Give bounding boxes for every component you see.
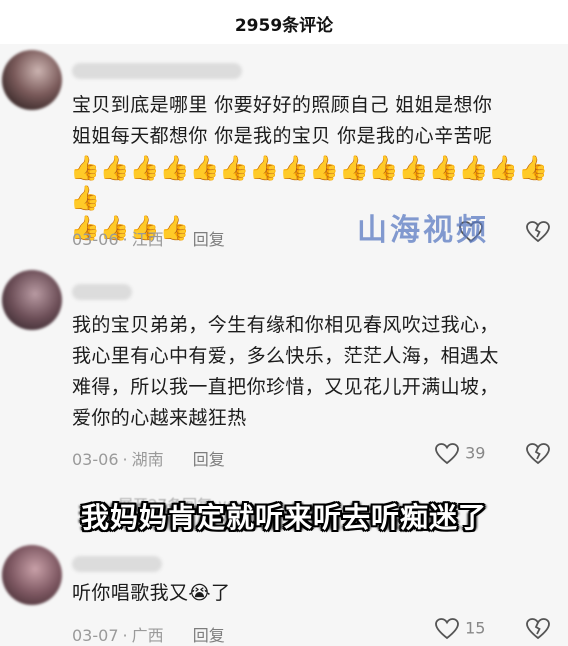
username-blurred[interactable]: [72, 556, 162, 572]
like-count: 39: [465, 443, 486, 463]
comment-text-line: 爱你的心越来越狂热: [72, 407, 247, 429]
comment-text: 宝贝到底是哪里 你要好好的照顾自己 姐姐是想你 姐姐每天都想你 你是我的宝贝 你…: [72, 90, 552, 152]
comment-text-line: 宝贝到底是哪里 你要好好的照顾自己 姐姐是想你: [72, 94, 493, 116]
username-blurred[interactable]: [72, 63, 242, 79]
comment-meta: 03-06 · 江西 回复: [72, 230, 225, 249]
username-blurred[interactable]: [72, 284, 132, 300]
like-button[interactable]: 39: [434, 442, 485, 466]
broken-heart-icon: [525, 618, 551, 640]
watermark-logo: 山海视频: [357, 213, 489, 248]
comment-text-line: 难得，所以我一直把你珍惜，又见花儿开满山坡，: [72, 376, 499, 398]
reply-button[interactable]: 回复: [193, 450, 225, 469]
dislike-button[interactable]: [525, 617, 551, 641]
heart-icon: [434, 618, 465, 640]
avatar[interactable]: [2, 50, 62, 110]
video-subtitle: 我妈妈肯定就听来听去听痴迷了: [80, 501, 487, 534]
comment-location: 广西: [131, 626, 164, 645]
comment-text: 听你唱歌我又😭了: [72, 578, 552, 609]
comment-date: 03-06: [72, 230, 119, 249]
heart-icon: [434, 443, 465, 465]
avatar[interactable]: [2, 270, 62, 330]
reply-button[interactable]: 回复: [193, 626, 225, 645]
comments-count-title: 2959条评论: [234, 16, 334, 36]
comment-text: 我的宝贝弟弟，今生有缘和你相见春风吹过我心， 我心里有心中有爱，多么快乐，茫茫人…: [72, 310, 552, 434]
thumbs-up-emoji: 👍👍👍👍👍👍👍👍👍👍👍👍👍👍👍👍👍: [70, 154, 549, 212]
dislike-button[interactable]: [525, 442, 551, 466]
comment-date: 03-07: [72, 626, 119, 645]
dislike-button[interactable]: [525, 220, 551, 244]
like-count: 15: [465, 618, 486, 638]
comment-location: 湖南: [131, 450, 164, 469]
comment-text-line: 我的宝贝弟弟，今生有缘和你相见春风吹过我心，: [72, 314, 499, 336]
comment-meta: 03-07 · 广西 回复: [72, 626, 225, 645]
comment-text-line: 我心里有心中有爱，多么快乐，茫茫人海，相遇太: [72, 345, 499, 367]
avatar[interactable]: [2, 545, 62, 605]
comment-text-line: 听你唱歌我又😭了: [72, 582, 231, 604]
broken-heart-icon: [525, 221, 551, 243]
comment-date: 03-06: [72, 450, 119, 469]
comments-header: 2959条评论: [0, 0, 568, 44]
reply-button[interactable]: 回复: [193, 230, 225, 249]
like-button[interactable]: 15: [434, 617, 485, 641]
comment-location: 江西: [131, 230, 164, 249]
broken-heart-icon: [525, 443, 551, 465]
comment-text-line: 姐姐每天都想你 你是我的宝贝 你是我的心辛苦呢: [72, 125, 493, 147]
comment-meta: 03-06 · 湖南 回复: [72, 450, 225, 469]
